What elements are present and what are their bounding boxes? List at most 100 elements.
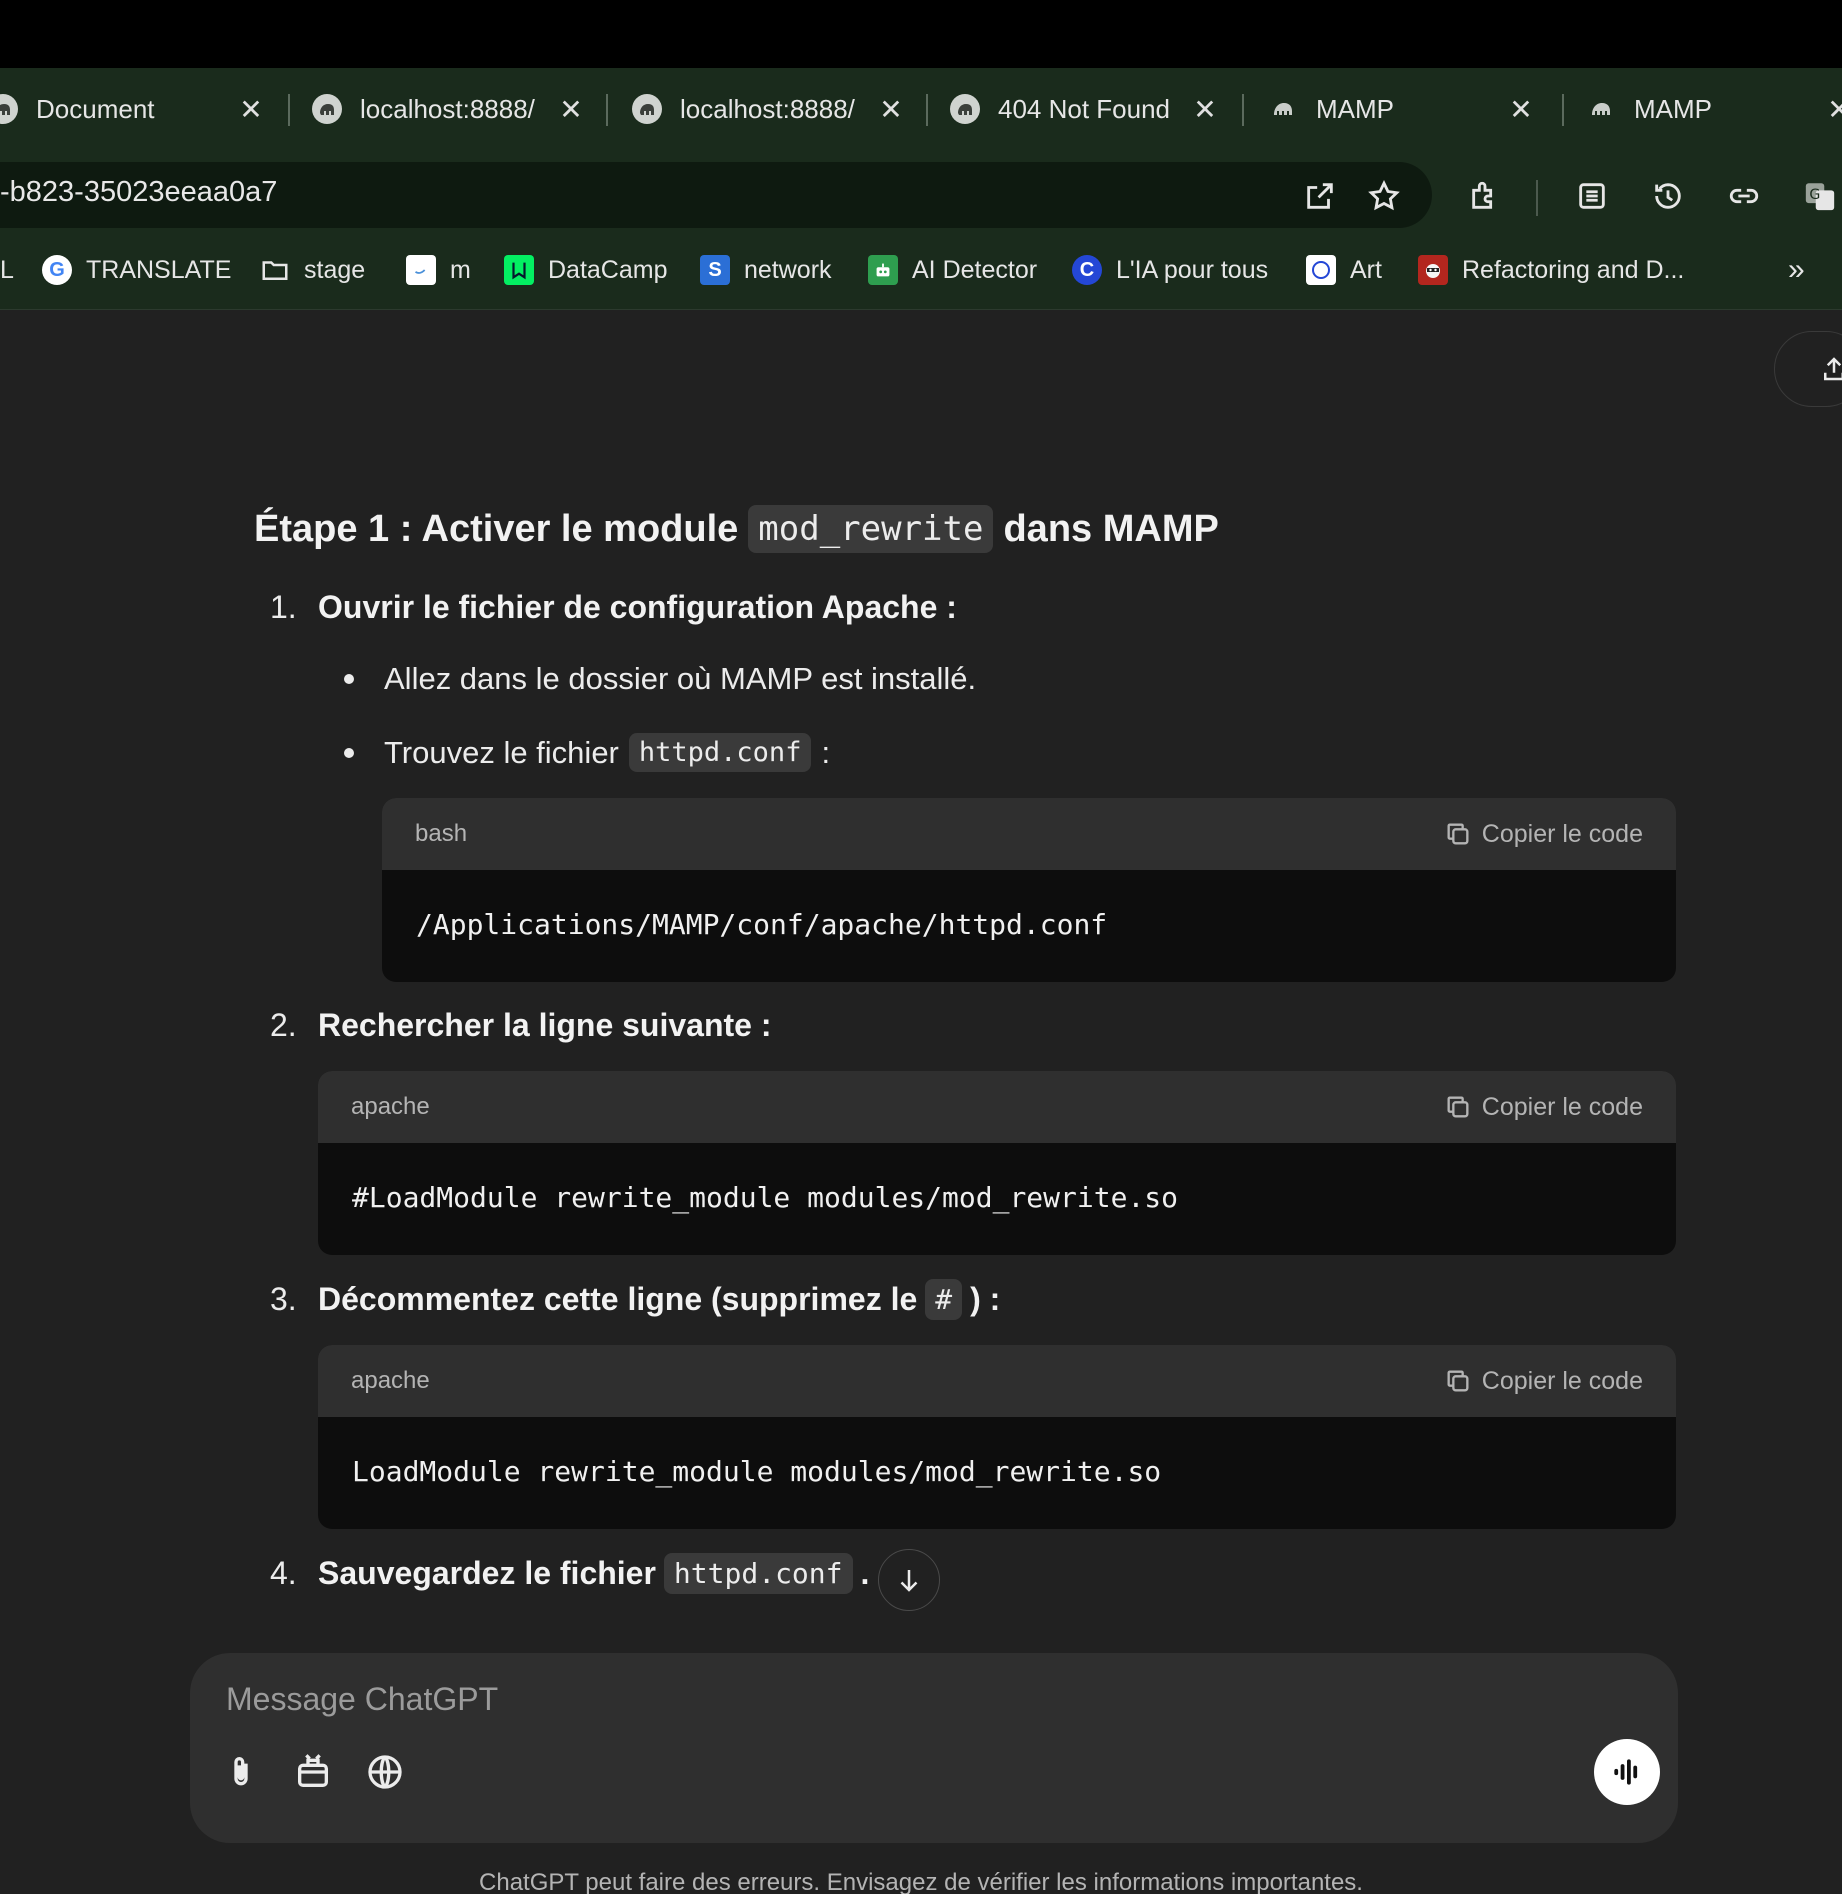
reading-list-icon[interactable]: [1572, 176, 1612, 216]
heading-text: ) :: [970, 1281, 1001, 1317]
list-number: 2.: [270, 1007, 297, 1043]
bookmark-network[interactable]: S network: [700, 230, 832, 310]
heading-text: .: [860, 1555, 870, 1591]
code-content: #LoadModule rewrite_module modules/mod_r…: [352, 1181, 1179, 1214]
inline-code: httpd.conf: [628, 733, 812, 772]
site-favicon-icon: [406, 255, 436, 285]
bookmarks-overflow-icon[interactable]: »: [1788, 230, 1805, 310]
bookmark-item[interactable]: L: [0, 230, 14, 310]
bookmark-label: network: [744, 255, 832, 284]
tab-close-icon[interactable]: ✕: [1822, 92, 1842, 126]
message-input[interactable]: Message ChatGPT: [226, 1681, 498, 1718]
tab-mamp-1[interactable]: MAMP ✕: [1268, 68, 1538, 150]
tab-title: localhost:8888/: [360, 93, 535, 124]
bookmark-label: DataCamp: [548, 255, 668, 284]
tab-close-icon[interactable]: ✕: [554, 92, 588, 126]
tab-localhost-2[interactable]: localhost:8888/ ✕: [632, 68, 908, 150]
share-button[interactable]: [1774, 331, 1842, 407]
bookmark-lia-pour-tous[interactable]: C L'IA pour tous: [1072, 230, 1268, 310]
tab-divider: [1242, 94, 1244, 126]
tab-divider: [606, 94, 608, 126]
mamp-elephant-icon: [1268, 94, 1298, 124]
bookmark-translate[interactable]: G TRANSLATE: [42, 230, 231, 310]
site-c-icon: C: [1072, 255, 1102, 285]
audio-waveform-icon: [1614, 1759, 1638, 1785]
code-block-header: bash Copier le code: [382, 798, 1676, 870]
folder-icon: [260, 255, 290, 285]
list-item-heading: Rechercher la ligne suivante :: [318, 1007, 772, 1043]
translate-icon[interactable]: G: [1800, 176, 1840, 216]
tab-close-icon[interactable]: ✕: [1504, 92, 1538, 126]
bookmark-label: L: [0, 255, 14, 284]
code-block: apache Copier le code #LoadModule rewrit…: [318, 1071, 1676, 1255]
mamp-elephant-icon: [1586, 94, 1616, 124]
bookmark-label: Refactoring and D...: [1462, 255, 1685, 284]
history-icon[interactable]: [1648, 176, 1688, 216]
tab-title: MAMP: [1316, 93, 1394, 124]
site-s-icon: S: [700, 255, 730, 285]
tab-mamp-2[interactable]: MAMP ✕: [1586, 68, 1842, 150]
list-number: 1.: [270, 589, 297, 625]
address-url[interactable]: -b823-35023eeaa0a7: [0, 176, 277, 209]
tab-divider: [1562, 94, 1564, 126]
copy-icon: [1447, 823, 1469, 845]
copy-code-button[interactable]: Copier le code: [1444, 820, 1643, 849]
bookmark-refactoring[interactable]: Refactoring and D...: [1418, 230, 1684, 310]
copy-code-label: Copier le code: [1481, 1092, 1643, 1121]
inline-code: mod_rewrite: [748, 505, 994, 553]
attach-paperclip-icon[interactable]: [218, 1749, 264, 1795]
code-language: apache: [351, 1093, 430, 1120]
tools-box-icon[interactable]: [290, 1749, 336, 1795]
tab-divider: [288, 94, 290, 126]
window-top-bar: [0, 0, 1842, 68]
open-in-new-icon[interactable]: [1300, 176, 1340, 216]
datacamp-icon: [504, 255, 534, 285]
globe-search-icon[interactable]: [362, 1749, 408, 1795]
copy-code-button[interactable]: Copier le code: [1444, 1093, 1643, 1122]
list-item-heading: Sauvegardez le fichier httpd.conf .: [318, 1553, 869, 1594]
bookmark-star-icon[interactable]: [1364, 176, 1404, 216]
bookmark-label: TRANSLATE: [86, 255, 232, 284]
tab-title: MAMP: [1634, 93, 1712, 124]
tab-close-icon[interactable]: ✕: [1188, 92, 1222, 126]
tab-404-not-found[interactable]: 404 Not Found ✕: [950, 68, 1222, 150]
list-number: 4.: [270, 1555, 297, 1591]
raccoon-icon: [1418, 255, 1448, 285]
tab-close-icon[interactable]: ✕: [234, 92, 268, 126]
tab-title: 404 Not Found: [998, 93, 1171, 124]
message-composer[interactable]: Message ChatGPT: [190, 1653, 1678, 1843]
code-content: LoadModule rewrite_module modules/mod_re…: [352, 1455, 1162, 1488]
mamp-elephant-icon: [0, 94, 18, 124]
bookmark-art[interactable]: Art: [1306, 230, 1382, 310]
bullet-dot: [344, 747, 354, 758]
inline-code: #: [925, 1279, 963, 1320]
tab-document[interactable]: Document ✕: [0, 68, 268, 150]
extensions-puzzle-icon[interactable]: [1465, 176, 1505, 216]
bookmark-label: AI Detector: [912, 255, 1038, 284]
heading-text: Décommentez cette ligne (supprimez le: [318, 1281, 918, 1317]
bullet-dot: [344, 674, 354, 684]
disclaimer-text: ChatGPT peut faire des erreurs. Envisage…: [479, 1869, 1363, 1894]
heading-text: dans MAMP: [1003, 507, 1219, 550]
bullet-item: Trouvez le fichier httpd.conf :: [344, 733, 830, 772]
copy-code-button[interactable]: Copier le code: [1444, 1367, 1643, 1396]
tab-localhost-1[interactable]: localhost:8888/ ✕: [312, 68, 588, 150]
code-block: apache Copier le code LoadModule rewrite…: [318, 1345, 1676, 1529]
link-icon[interactable]: [1724, 176, 1764, 216]
toolbar-divider: [1536, 180, 1538, 216]
bookmark-m[interactable]: m: [406, 230, 471, 310]
voice-mode-button[interactable]: [1594, 1739, 1660, 1805]
tab-title: localhost:8888/: [680, 93, 855, 124]
arrow-down-icon: [900, 1570, 918, 1592]
bookmark-datacamp[interactable]: DataCamp: [504, 230, 668, 310]
circle-icon: [1306, 255, 1336, 285]
mamp-elephant-icon: [632, 94, 662, 124]
browser-toolbar: -b823-35023eeaa0a7 G: [0, 150, 1842, 230]
tab-close-icon[interactable]: ✕: [874, 92, 908, 126]
bullet-text: Allez dans le dossier où MAMP est instal…: [384, 661, 977, 696]
tab-strip: Document ✕ localhost:8888/ ✕ localhost:8…: [0, 68, 1842, 150]
bookmark-ai-detector[interactable]: AI Detector: [868, 230, 1037, 310]
bookmark-folder-stage[interactable]: stage: [260, 230, 365, 310]
scroll-to-bottom-button[interactable]: [878, 1549, 940, 1611]
address-bar[interactable]: -b823-35023eeaa0a7: [0, 162, 1432, 228]
